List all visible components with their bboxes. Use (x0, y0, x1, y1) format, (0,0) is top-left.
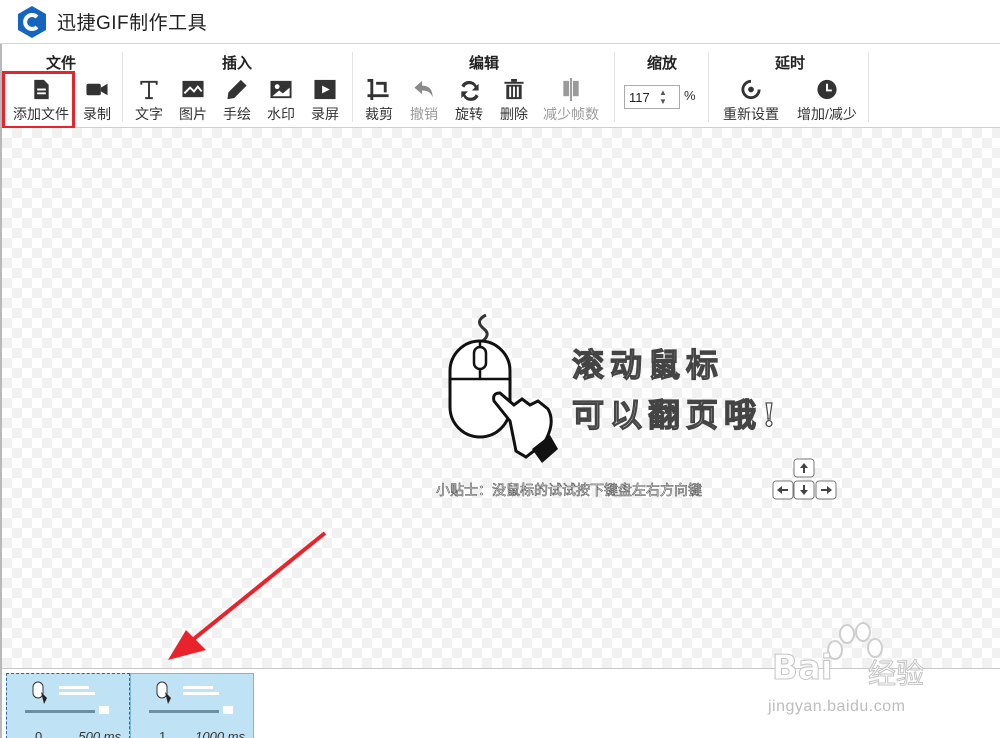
zoom-down-icon[interactable]: ▼ (659, 97, 667, 106)
highlight-box (2, 71, 75, 129)
group-title-insert: 插入 (221, 55, 252, 72)
clock-icon (817, 79, 837, 100)
record-button[interactable]: 录制 (74, 78, 120, 124)
red-arrow-annotation (168, 531, 327, 660)
delete-label: 删除 (500, 106, 528, 122)
rotate-label: 旋转 (455, 106, 483, 122)
image-label: 图片 (179, 106, 207, 122)
image-icon (182, 80, 204, 98)
group-delay: 延时 重新设置 增加/减少 (712, 50, 868, 124)
app-title: 迅捷GIF制作工具 (57, 13, 208, 34)
undo-label: 撤销 (410, 106, 438, 122)
zoom-value[interactable]: 117 (625, 90, 659, 105)
crop-label: 裁剪 (365, 106, 393, 122)
frame-duration[interactable]: 500 ms (78, 729, 121, 738)
watermark-icon (270, 80, 292, 99)
group-title-file: 文件 (45, 55, 76, 72)
preview-canvas[interactable]: 滚动鼠标 可以翻页哦! 小贴士：没鼠标的试试按下键盘左右方向键 (2, 128, 1000, 668)
screen-record-icon (314, 79, 336, 100)
rotate-button[interactable]: 旋转 (446, 78, 492, 124)
zoom-stepper[interactable]: 117 ▲ ▼ (624, 85, 680, 109)
separator (868, 52, 869, 122)
arrow-keys-icon (772, 458, 837, 500)
separator (614, 52, 615, 122)
zoom-up-icon[interactable]: ▲ (659, 88, 667, 97)
reset-icon (741, 79, 761, 100)
tip-text: 小贴士：没鼠标的试试按下键盘左右方向键 (436, 482, 703, 499)
watermark-button[interactable]: 水印 (258, 78, 304, 124)
frame-index: 1 (159, 729, 167, 738)
reduce-frames-label: 减少帧数 (543, 106, 599, 122)
undo-icon (414, 80, 433, 98)
reduce-frames-button[interactable]: 减少帧数 (536, 78, 606, 124)
undo-button[interactable]: 撤销 (401, 78, 447, 124)
group-title-zoom: 缩放 (646, 55, 677, 72)
draw-button[interactable]: 手绘 (214, 78, 260, 124)
separator (122, 52, 123, 122)
watermark-url: jingyan.baidu.com (768, 698, 906, 715)
hint-scroll-line2: 可以翻页哦! (571, 395, 783, 434)
frame-item[interactable]: 0 500 ms (6, 673, 130, 738)
watermark-brand: Bai (772, 648, 834, 689)
group-insert: 插入 文字 图片 手绘 水印 录屏 (126, 50, 348, 124)
frame-index: 0 (35, 729, 43, 738)
group-edit: 编辑 裁剪 撤销 旋转 删除 减少帧数 (356, 50, 612, 124)
mouse-hand-icon (448, 313, 558, 463)
record-label: 录制 (83, 106, 111, 122)
adjust-delay-label: 增加/减少 (797, 106, 857, 122)
reduce-frames-icon (563, 78, 579, 101)
draw-label: 手绘 (223, 106, 251, 122)
delete-button[interactable]: 删除 (491, 78, 537, 124)
frame-thumbnail (149, 681, 233, 714)
zoom-arrows[interactable]: ▲ ▼ (659, 88, 667, 106)
text-icon (140, 80, 158, 100)
adjust-delay-button[interactable]: 增加/减少 (790, 78, 864, 124)
separator (352, 52, 353, 122)
reset-delay-label: 重新设置 (723, 106, 779, 122)
title-bar: 迅捷GIF制作工具 (0, 0, 1000, 44)
group-title-edit: 编辑 (468, 55, 499, 72)
rotate-icon (461, 80, 479, 101)
screen-record-button[interactable]: 录屏 (302, 78, 348, 124)
hint-scroll-line1: 滚动鼠标 (571, 345, 725, 384)
crop-icon (367, 78, 389, 101)
zoom-unit: % (684, 88, 696, 103)
watermark-brand2: 经验 (867, 658, 925, 690)
reset-delay-button[interactable]: 重新设置 (716, 78, 786, 124)
separator (708, 52, 709, 122)
pencil-icon (227, 79, 247, 100)
text-label: 文字 (135, 106, 163, 122)
app-logo-icon (18, 5, 46, 38)
screen-record-label: 录屏 (311, 106, 339, 122)
trash-icon (504, 78, 524, 100)
watermark-label: 水印 (267, 106, 295, 122)
frame-duration[interactable]: 1000 ms (195, 729, 245, 738)
text-button[interactable]: 文字 (126, 78, 172, 124)
group-title-delay: 延时 (774, 55, 805, 72)
video-camera-icon (86, 83, 108, 96)
frame-item[interactable]: 1 1000 ms (130, 673, 254, 738)
frame-thumbnail (25, 681, 109, 714)
ribbon-toolbar: 文件 添加文件 录制 插入 文字 图片 手绘 水印 录屏 编辑 裁剪 撤销 旋转… (0, 44, 1000, 128)
image-button[interactable]: 图片 (170, 78, 216, 124)
crop-button[interactable]: 裁剪 (356, 78, 402, 124)
